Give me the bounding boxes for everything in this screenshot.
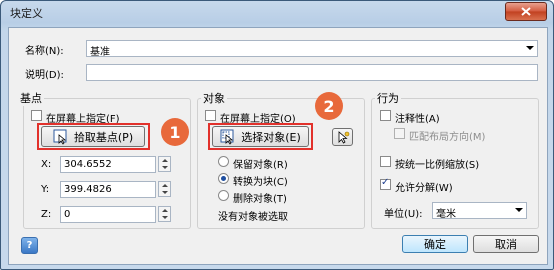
help-button[interactable]: ? (21, 237, 38, 254)
cancel-button[interactable]: 取消 (473, 235, 539, 253)
scale-uniformly-label: 按统一比例缩放(S) (395, 160, 480, 171)
units-value: 毫米 (436, 209, 456, 220)
y-value: 399.4826 (64, 184, 112, 195)
scale-uniformly-checkbox[interactable] (380, 156, 391, 167)
window-title: 块定义 (10, 7, 43, 20)
x-label: X: (41, 159, 52, 170)
units-select[interactable]: 毫米 (432, 202, 527, 220)
match-orientation-checkbox[interactable] (394, 128, 405, 139)
select-objects-label: 选择对象(E) (241, 130, 301, 144)
allow-exploding-checkbox[interactable] (380, 177, 391, 190)
objects-on-screen-checkbox[interactable] (205, 110, 216, 121)
select-objects-icon (220, 129, 234, 145)
dialog-body: 名称(N): 基准 说明(D): 基点 在屏幕上指定(F) 拾取基点(P) 1 … (8, 27, 548, 265)
pick-point-icon (53, 129, 67, 145)
convert-radio[interactable] (218, 173, 229, 184)
close-button[interactable] (505, 2, 547, 21)
z-value: 0 (64, 209, 71, 220)
z-label: Z: (41, 209, 52, 220)
description-input[interactable] (86, 64, 538, 81)
y-input[interactable]: 399.4826 (60, 181, 156, 198)
title-bar[interactable]: 块定义 (1, 1, 553, 23)
retain-radio[interactable] (218, 156, 229, 167)
x-input[interactable]: 304.6552 (60, 156, 156, 173)
units-label: 单位(U): (384, 209, 423, 220)
y-label: Y: (41, 184, 50, 195)
description-label: 说明(D): (25, 70, 64, 81)
allow-exploding-label: 允许分解(W) (395, 183, 453, 194)
z-spinner[interactable] (158, 206, 171, 222)
chevron-down-icon[interactable] (526, 46, 534, 50)
behavior-group-label: 行为 (375, 90, 401, 106)
z-input[interactable]: 0 (60, 206, 156, 223)
retain-label: 保留对象(R) (233, 160, 288, 171)
convert-label: 转换为块(C) (233, 177, 288, 188)
step-badge-1: 1 (161, 118, 189, 146)
close-icon (521, 7, 531, 16)
quick-select-button[interactable] (332, 128, 353, 146)
quick-select-icon (338, 131, 349, 144)
annotative-label: 注释性(A) (395, 114, 440, 125)
ok-label: 确定 (424, 238, 446, 251)
name-label: 名称(N): (25, 46, 64, 57)
x-value: 304.6552 (64, 159, 112, 170)
cancel-label: 取消 (495, 238, 517, 251)
match-orientation-label: 匹配布局方向(M) (409, 132, 486, 143)
delete-radio[interactable] (218, 190, 229, 201)
basepoint-group-label: 基点 (18, 90, 44, 106)
ok-button[interactable]: 确定 (402, 235, 468, 253)
objects-group-label: 对象 (201, 90, 227, 106)
selection-status: 没有对象被选取 (218, 212, 288, 223)
y-spinner[interactable] (158, 181, 171, 197)
delete-label: 删除对象(T) (233, 194, 287, 205)
pick-basepoint-label: 拾取基点(P) (73, 130, 134, 144)
annotative-checkbox[interactable] (380, 110, 391, 121)
chevron-down-icon[interactable] (515, 208, 523, 212)
basepoint-on-screen-checkbox[interactable] (31, 110, 42, 121)
name-combobox[interactable]: 基准 (86, 40, 538, 58)
step-badge-2: 2 (315, 92, 343, 120)
help-icon: ? (26, 240, 33, 251)
name-value: 基准 (90, 47, 110, 58)
block-definition-dialog: 块定义 名称(N): 基准 说明(D): 基点 在屏幕上指定(F) 拾取基点(P… (0, 0, 554, 270)
pick-basepoint-button[interactable]: 拾取基点(P) (41, 126, 145, 147)
select-objects-button[interactable]: 选择对象(E) (212, 126, 309, 147)
x-spinner[interactable] (158, 156, 171, 172)
